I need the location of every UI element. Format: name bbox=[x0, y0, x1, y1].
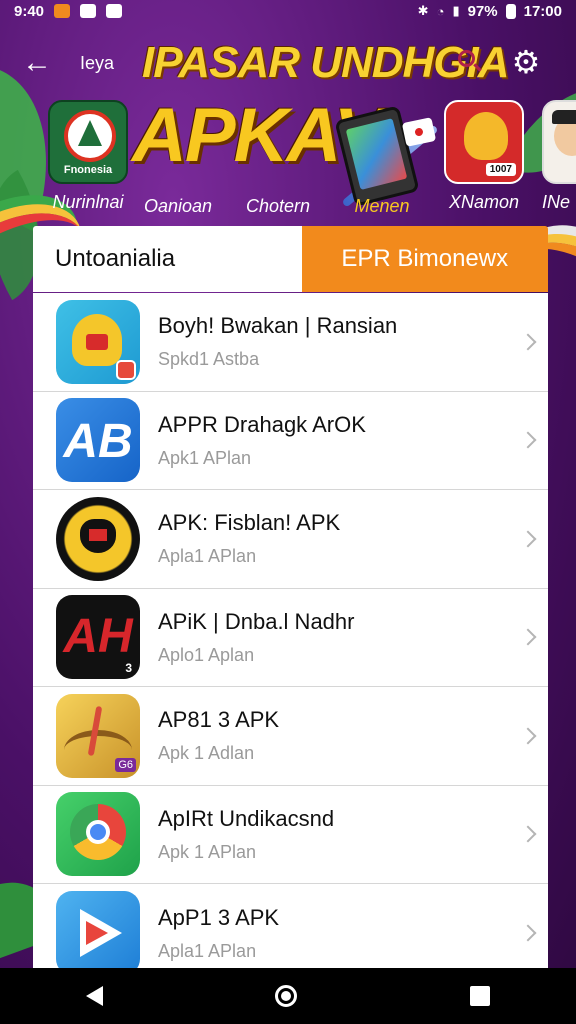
app-title: Boyh! Bwakan | Ransian bbox=[158, 313, 398, 339]
wifi-icon: ◔ bbox=[436, 3, 445, 19]
system-nav-bar bbox=[0, 968, 576, 1024]
play-arrow-icon bbox=[56, 891, 140, 969]
app-subtitle: Apla1 APlan bbox=[158, 546, 257, 567]
app-title: ApP1 3 APK bbox=[158, 904, 280, 930]
tab-primary[interactable]: Untoanialia bbox=[33, 226, 302, 292]
nav-back-icon[interactable] bbox=[86, 986, 104, 1006]
ab-letters-icon: AB bbox=[56, 398, 140, 483]
header-subtitle: Ieya bbox=[80, 52, 115, 73]
chrome-icon bbox=[56, 792, 140, 877]
app-title: AP81 3 APK bbox=[158, 707, 280, 733]
list-item[interactable]: Boyh! Bwakan | Ransian Spkd1 Astba bbox=[33, 293, 548, 392]
category-item[interactable]: INe bbox=[542, 100, 576, 213]
app-icon-badge: G6 bbox=[115, 757, 136, 772]
list-item[interactable]: AH 3 APiK | Dnba.l Nadhr Aplo1 Aplan bbox=[33, 589, 548, 687]
list-item[interactable]: G6 AP81 3 APK Apk 1 Adlan bbox=[33, 687, 548, 786]
category-label: XNamon bbox=[448, 192, 520, 212]
list-item[interactable]: APK: Fisblan! APK Apla1 APlan bbox=[33, 490, 548, 589]
bluetooth-icon: ✱ bbox=[417, 3, 429, 18]
app-title: APK: Fisblan! APK bbox=[158, 510, 341, 536]
app-subtitle: Apk 1 APlan bbox=[158, 841, 257, 862]
category-label: Nurinlnai bbox=[52, 192, 124, 212]
category-icon: Fnonesia bbox=[48, 100, 128, 184]
app-subtitle: Spkd1 Astba bbox=[158, 349, 260, 370]
app-title: APiK | Dnba.l Nadhr bbox=[158, 608, 355, 634]
category-item[interactable]: Oanioan bbox=[136, 188, 220, 217]
category-label: INe bbox=[542, 192, 571, 212]
card-illustration bbox=[401, 117, 437, 147]
category-label: Menen bbox=[354, 196, 410, 216]
app-title: APPR Drahagk ArOK bbox=[158, 411, 366, 437]
category-item[interactable]: Menen bbox=[340, 188, 424, 217]
category-tile-caption: 1007 bbox=[485, 163, 516, 176]
category-item[interactable]: Fnonesia Nurinlnai bbox=[46, 100, 130, 213]
notification-icon bbox=[54, 4, 71, 18]
status-bar: 9:40 ✱ ◔ ▮ 97% 17:00 bbox=[0, 0, 576, 22]
back-arrow-icon[interactable]: ← bbox=[22, 48, 62, 78]
signal-icon: ▮ bbox=[452, 3, 460, 18]
category-label: Oanioan bbox=[143, 196, 213, 216]
tab-secondary[interactable]: EPR Bimonewx bbox=[301, 226, 548, 292]
app-icon-text: AB bbox=[63, 415, 133, 469]
archery-icon: G6 bbox=[56, 693, 140, 778]
battery-level: 97% bbox=[467, 2, 498, 20]
app-title: ApIRt Undikacsnd bbox=[158, 805, 335, 831]
app-subtitle: Apla1 APlan bbox=[158, 940, 257, 961]
app-list: Boyh! Bwakan | Ransian Spkd1 Astba AB AP… bbox=[33, 293, 548, 969]
search-icon[interactable] bbox=[456, 48, 484, 76]
person-avatar-icon bbox=[542, 100, 576, 184]
category-label: Chotern bbox=[245, 196, 311, 216]
app-icon-text: AH bbox=[63, 610, 133, 664]
garuda-icon: 1007 bbox=[444, 100, 524, 184]
app-subtitle: Apk1 APlan bbox=[158, 447, 252, 468]
category-item[interactable]: Chotern bbox=[236, 188, 320, 217]
battery-icon bbox=[505, 3, 516, 19]
settings-gear-icon[interactable]: ⚙ bbox=[510, 46, 542, 78]
status-time-right: 17:00 bbox=[523, 2, 562, 20]
nav-home-icon[interactable] bbox=[275, 985, 298, 1007]
category-tile-caption: Fnonesia bbox=[63, 164, 113, 176]
top-app-bar: ← Ieya IPASAR UNDHGIA ⚙ bbox=[0, 34, 576, 92]
ah-letters-icon: AH 3 bbox=[56, 595, 140, 680]
notification-icon bbox=[106, 4, 123, 18]
notification-icon bbox=[80, 4, 97, 18]
status-time-left: 9:40 bbox=[14, 2, 45, 20]
list-item[interactable]: ApIRt Undikacsnd Apk 1 APlan bbox=[33, 786, 548, 884]
list-item[interactable]: AB APPR Drahagk ArOK Apk1 APlan bbox=[33, 392, 548, 490]
app-subtitle: Apk 1 Adlan bbox=[158, 743, 255, 764]
app-icon-badge: 3 bbox=[125, 661, 132, 676]
category-item[interactable]: 1007 XNamon bbox=[442, 100, 526, 213]
app-title: IPASAR UNDHGIA bbox=[142, 38, 510, 87]
garuda-emblem-icon bbox=[56, 496, 140, 581]
nav-recents-icon[interactable] bbox=[469, 986, 490, 1006]
tab-bar: Untoanialia EPR Bimonewx bbox=[33, 226, 548, 292]
garuda-shield-icon bbox=[56, 299, 140, 384]
list-item[interactable]: ApP1 3 APK Apla1 APlan bbox=[33, 884, 548, 969]
app-subtitle: Aplo1 Aplan bbox=[158, 644, 255, 665]
